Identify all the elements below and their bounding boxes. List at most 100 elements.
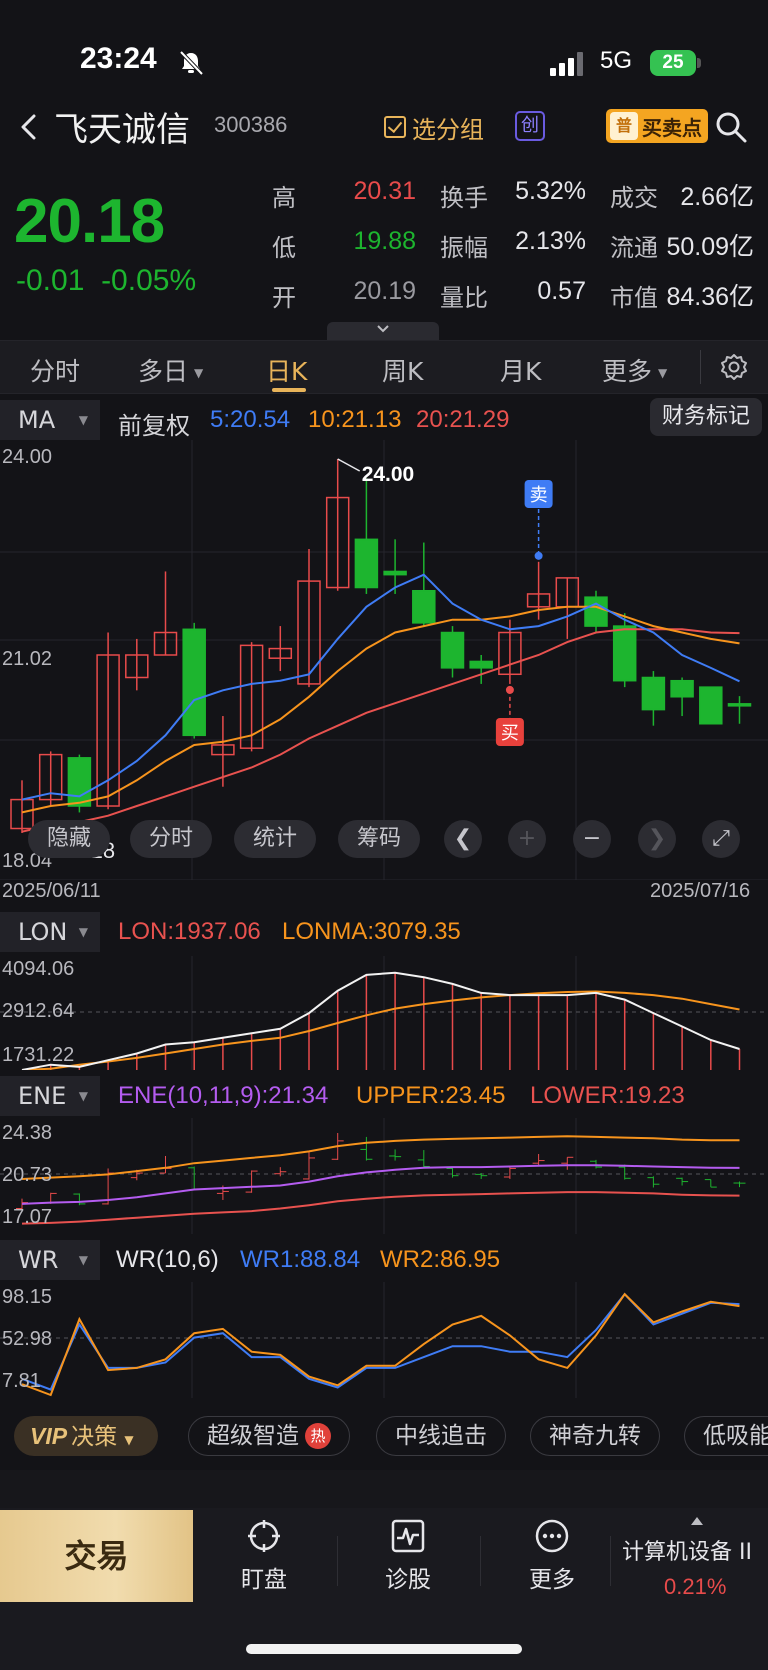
back-chevron-icon[interactable] [14,110,44,144]
quote-stat-label: 振幅 [440,234,488,262]
ene-tag: ENE [18,1082,67,1110]
fullscreen-icon[interactable]: ⤢ [702,820,740,858]
stock-name: 飞天诚信 [54,110,190,150]
select-group-label: 选分组 [412,115,484,144]
tab-label: 多日 [138,357,189,386]
lon-tag: LON [18,918,68,946]
candle-body [383,570,407,576]
hide-button[interactable]: 隐藏 [28,820,110,858]
caret-down-icon: ▼ [124,1433,134,1447]
caret-down-icon: ▼ [658,366,668,380]
wr-y-bottom: 7.81 [2,1370,41,1392]
checkbox-icon [384,116,406,138]
ma10-value: 10:21.13 [308,406,402,433]
nav-divider [610,1536,611,1586]
tab-4[interactable]: 月K [500,352,541,388]
adjust-mode[interactable]: 前复权 [118,406,190,441]
ene-chart[interactable] [0,1118,768,1234]
ma-tag: MA [18,406,56,434]
scroll-left-icon[interactable]: ❮ [444,820,482,858]
candle-body [440,631,465,669]
sector-change: 0.21% [664,1574,727,1599]
wr-chart[interactable] [0,1282,768,1398]
battery-tip [697,58,701,68]
chip-midline-chase[interactable]: 中线追击 [376,1416,506,1456]
quote-stat-value: 19.88 [353,227,416,255]
chip-super-manufacturing[interactable]: 超级智造热 [188,1416,350,1456]
gear-icon[interactable] [718,352,750,384]
caret-down-icon: ▼ [194,366,204,380]
candle-body [641,676,666,711]
sector-name[interactable]: 计算机设备 II [622,1534,752,1566]
chip-magic-nine[interactable]: 神奇九转 [530,1416,660,1456]
quote-stat-value: 0.57 [537,277,586,305]
wr-tag: WR [18,1246,59,1274]
select-group-button[interactable]: 选分组 [384,110,484,144]
statistics-button[interactable]: 统计 [234,820,316,858]
wr2-value: WR2:86.95 [380,1246,501,1273]
quote-stat-value: 84.36亿 [666,283,754,311]
sell-marker-dot [534,551,543,560]
caret-down-icon: ▼ [78,925,88,939]
ene-y-top: 24.38 [2,1122,53,1144]
chevron-down-icon[interactable] [374,322,392,336]
finance-mark-button[interactable]: 财务标记 [650,398,762,436]
quote-stat-value: 2.13% [515,227,586,255]
buy-tag-label: 买 [501,723,519,744]
lon-y-top: 4094.06 [2,958,75,980]
chip-low-buy[interactable]: 低吸能 [684,1416,768,1456]
lon-indicator-selector[interactable]: LON ▼ [0,912,100,952]
candle-body [182,628,206,737]
quote-stat-label: 市值 [610,284,658,312]
tab-0[interactable]: 分时 [30,352,80,388]
change-percent: -0.05% [101,264,197,297]
zoom-out-icon[interactable]: − [573,820,611,858]
tab-5[interactable]: 更多 ▼ [602,352,667,388]
wr-y-top: 98.15 [2,1286,53,1308]
candle-body [412,589,436,624]
vip-decision-button[interactable]: VIP 决策 ▼ [14,1416,158,1456]
chinext-badge[interactable]: 创 [515,111,545,141]
lon-chart[interactable] [0,956,768,1070]
tab-label: 月K [500,357,542,386]
ene-lower-value: LOWER:19.23 [530,1082,685,1109]
wr-params: WR(10,6) [116,1246,219,1273]
intraday-overlay-button[interactable]: 分时 [130,820,212,858]
watch-nav-item[interactable]: 盯盘 [214,1518,314,1594]
quote-stat-value: 20.19 [353,277,416,305]
nav-divider [337,1536,338,1586]
chevron-up-icon[interactable] [690,1516,704,1526]
zoom-in-icon[interactable]: + [508,820,546,858]
candlestick-chart[interactable]: 24.0018.18卖买 [0,440,768,880]
vip-label: VIP [30,1423,68,1449]
quote-stat-label: 流通 [610,234,658,262]
candle-body [727,703,752,707]
chips-button[interactable]: 筹码 [338,820,420,858]
ene-y-bottom: 17.07 [2,1206,53,1228]
candle-body [354,538,379,589]
status-time: 23:24 [80,42,157,75]
scroll-right-icon[interactable]: ❯ [638,820,676,858]
price-change: -0.01 -0.05% [16,264,196,298]
quote-stat-label: 高 [272,184,296,212]
buy-sell-points-button[interactable]: 普 买卖点 [606,109,708,143]
more-nav-item[interactable]: 更多 [502,1518,602,1594]
tab-2[interactable]: 日K [266,352,307,388]
pulse-chart-icon [391,1519,425,1553]
watch-label: 盯盘 [241,1567,287,1593]
quote-stat-value: 5.32% [515,177,586,205]
tab-label: 分时 [30,357,81,386]
home-indicator[interactable] [246,1644,522,1654]
ma-indicator-selector[interactable]: MA ▼ [0,400,100,440]
candle-body [612,625,637,682]
trade-button[interactable]: 交易 [0,1510,193,1602]
tab-1[interactable]: 多日 ▼ [138,352,203,388]
ene-indicator-selector[interactable]: ENE ▼ [0,1076,100,1116]
search-icon[interactable] [714,110,748,144]
lon-value: LON:1937.06 [118,918,261,945]
tab-3[interactable]: 周K [382,352,423,388]
caret-down-icon: ▼ [78,413,88,427]
wr-indicator-selector[interactable]: WR ▼ [0,1240,100,1280]
buysell-points-icon: 普 [610,112,638,140]
diagnose-nav-item[interactable]: 诊股 [358,1518,458,1594]
